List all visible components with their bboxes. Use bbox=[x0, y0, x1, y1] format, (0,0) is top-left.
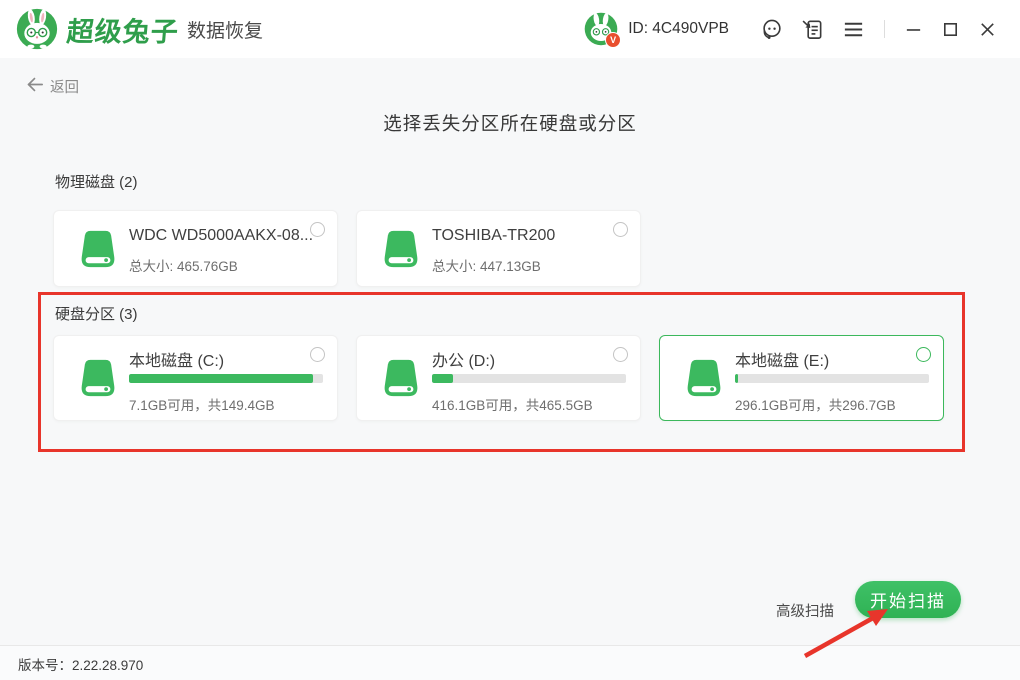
usage-bar-fill bbox=[432, 374, 453, 383]
titlebar: 超级兔子 数据恢复 V ID: 4C490VPB bbox=[0, 0, 1020, 59]
page-title: 选择丢失分区所在硬盘或分区 bbox=[0, 110, 1020, 136]
close-button[interactable] bbox=[978, 20, 997, 39]
content-area: 返回 选择丢失分区所在硬盘或分区 物理磁盘 (2) WDC WD5000AAKX… bbox=[0, 58, 1020, 680]
titlebar-right: V ID: 4C490VPB bbox=[584, 12, 1020, 46]
app-logo-icon bbox=[16, 8, 58, 50]
usage-bar bbox=[129, 374, 323, 383]
brand-name: 超级兔子 bbox=[65, 10, 180, 49]
back-label: 返回 bbox=[50, 76, 79, 97]
hard-disk-icon bbox=[683, 358, 725, 398]
advanced-scan-link[interactable]: 高级扫描 bbox=[776, 600, 834, 621]
titlebar-divider bbox=[884, 20, 885, 38]
status-bar: 版本号：2.22.28.970 bbox=[0, 645, 1020, 680]
back-arrow-icon bbox=[25, 76, 50, 97]
support-icon[interactable] bbox=[760, 18, 783, 41]
partition-card-d[interactable]: 办公 (D:) 416.1GB可用，共465.5GB bbox=[356, 335, 641, 421]
disk-card-wdc[interactable]: WDC WD5000AAKX-08... 总大小: 465.76GB bbox=[53, 210, 338, 287]
partition-title: 本地磁盘 (C:) bbox=[129, 347, 224, 371]
brand-subtitle: 数据恢复 bbox=[187, 16, 263, 43]
radio-button[interactable] bbox=[613, 222, 628, 237]
menu-icon[interactable] bbox=[842, 18, 865, 41]
user-id: ID: 4C490VPB bbox=[628, 20, 729, 38]
feedback-icon[interactable] bbox=[801, 18, 824, 41]
hard-disk-icon bbox=[77, 358, 119, 398]
disk-size: 总大小: 447.13GB bbox=[432, 255, 541, 275]
partition-card-c[interactable]: 本地磁盘 (C:) 7.1GB可用，共149.4GB bbox=[53, 335, 338, 421]
partition-card-e[interactable]: 本地磁盘 (E:) 296.1GB可用，共296.7GB bbox=[659, 335, 944, 421]
radio-button-selected[interactable] bbox=[916, 347, 931, 362]
radio-button[interactable] bbox=[613, 347, 628, 362]
vip-badge: V bbox=[605, 32, 621, 48]
radio-button[interactable] bbox=[310, 347, 325, 362]
partition-title: 本地磁盘 (E:) bbox=[735, 347, 829, 371]
maximize-button[interactable] bbox=[941, 20, 960, 39]
back-button[interactable]: 返回 bbox=[25, 76, 79, 97]
disk-size: 总大小: 465.76GB bbox=[129, 255, 238, 275]
hard-disk-icon bbox=[380, 358, 422, 398]
partition-size: 416.1GB可用，共465.5GB bbox=[432, 394, 593, 414]
hard-disk-icon bbox=[77, 229, 119, 269]
usage-bar-fill bbox=[735, 374, 738, 383]
start-scan-button[interactable]: 开始扫描 bbox=[855, 581, 961, 618]
version-label: 版本号：2.22.28.970 bbox=[18, 654, 143, 674]
usage-bar-fill bbox=[129, 374, 313, 383]
section-label-physical-disks: 物理磁盘 (2) bbox=[55, 171, 138, 192]
section-label-partitions: 硬盘分区 (3) bbox=[55, 303, 138, 324]
usage-bar bbox=[735, 374, 929, 383]
radio-button[interactable] bbox=[310, 222, 325, 237]
partition-title: 办公 (D:) bbox=[432, 347, 495, 371]
partition-size: 296.1GB可用，共296.7GB bbox=[735, 394, 896, 414]
usage-bar bbox=[432, 374, 626, 383]
minimize-button[interactable] bbox=[904, 20, 923, 39]
hard-disk-icon bbox=[380, 229, 422, 269]
user-avatar[interactable]: V bbox=[584, 12, 618, 46]
brand: 超级兔子 数据恢复 bbox=[0, 8, 263, 50]
partition-size: 7.1GB可用，共149.4GB bbox=[129, 394, 275, 414]
disk-card-toshiba[interactable]: TOSHIBA-TR200 总大小: 447.13GB bbox=[356, 210, 641, 287]
disk-title: TOSHIBA-TR200 bbox=[432, 227, 555, 245]
disk-title: WDC WD5000AAKX-08... bbox=[129, 227, 313, 245]
app-window: 超级兔子 数据恢复 V ID: 4C490VPB bbox=[0, 0, 1020, 680]
